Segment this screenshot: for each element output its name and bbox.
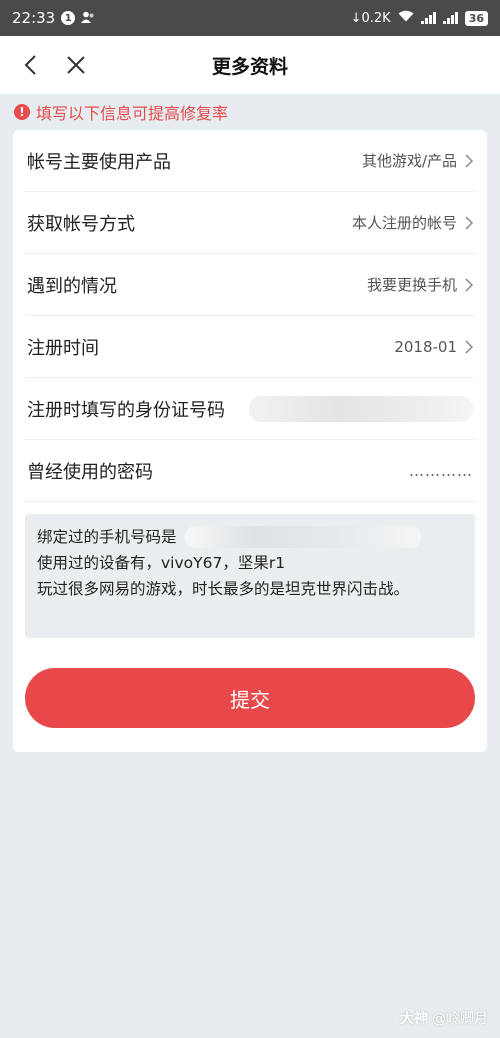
row-label: 遇到的情况 (27, 275, 117, 297)
id-number-input[interactable] (249, 395, 473, 422)
hint-banner: ! 填写以下信息可提高修复率 (0, 94, 500, 130)
wifi-icon (398, 10, 414, 26)
note-line: 绑定过的手机号码是 (37, 524, 463, 550)
status-time: 22:33 (12, 9, 56, 27)
row-value: 我要更换手机 (367, 274, 473, 295)
watermark: 大神 @岭卿月 (400, 1011, 488, 1027)
nav-bar: 更多资料 (0, 36, 500, 94)
exclamation-icon: ! (14, 104, 30, 120)
row-label: 注册时间 (27, 337, 99, 359)
chevron-right-icon (465, 277, 473, 292)
close-icon (67, 56, 85, 74)
row-id-number[interactable]: 注册时填写的身份证号码 (25, 378, 475, 440)
row-label: 注册时填写的身份证号码 (27, 399, 225, 421)
chevron-left-icon (24, 55, 36, 75)
row-value: 本人注册的帐号 (352, 212, 473, 233)
battery-icon: 36 (464, 10, 488, 26)
row-value: 2018-01 (394, 338, 473, 356)
chevron-right-icon (465, 153, 473, 168)
password-input[interactable]: ………… (409, 462, 473, 480)
row-value: 其他游戏/产品 (362, 150, 473, 171)
submit-button[interactable]: 提交 (25, 668, 475, 728)
back-button[interactable] (8, 43, 52, 87)
signal-icon-2 (442, 12, 458, 24)
chevron-right-icon (465, 215, 473, 230)
status-bar: 22:33 1 ↓0.2K 36 (0, 0, 500, 36)
download-speed: ↓0.2K (350, 10, 391, 26)
row-label: 帐号主要使用产品 (27, 151, 171, 173)
row-register-time[interactable]: 注册时间 2018-01 (25, 316, 475, 378)
signal-icon (420, 12, 436, 24)
row-label: 获取帐号方式 (27, 213, 135, 235)
note-line: 玩过很多网易的游戏，时长最多的是坦克世界闪击战。 (37, 580, 410, 598)
notification-badge: 1 (61, 11, 76, 25)
note-line: 使用过的设备有，vivoY67，坚果r1 (37, 554, 286, 572)
note-textarea[interactable]: 绑定过的手机号码是 使用过的设备有，vivoY67，坚果r1 玩过很多网易的游戏… (25, 514, 475, 638)
row-account-source[interactable]: 获取帐号方式 本人注册的帐号 (25, 192, 475, 254)
row-situation[interactable]: 遇到的情况 我要更换手机 (25, 254, 475, 316)
hint-text: 填写以下信息可提高修复率 (36, 104, 229, 123)
row-main-product[interactable]: 帐号主要使用产品 其他游戏/产品 (25, 130, 475, 192)
redacted-phone (184, 526, 421, 548)
close-button[interactable] (54, 43, 98, 87)
row-label: 曾经使用的密码 (27, 461, 153, 483)
chevron-right-icon (465, 339, 473, 354)
form-card: 帐号主要使用产品 其他游戏/产品 获取帐号方式 本人注册的帐号 遇到的情况 我要… (13, 130, 487, 752)
user-icon (81, 9, 95, 27)
row-old-password[interactable]: 曾经使用的密码 ………… (25, 440, 475, 502)
